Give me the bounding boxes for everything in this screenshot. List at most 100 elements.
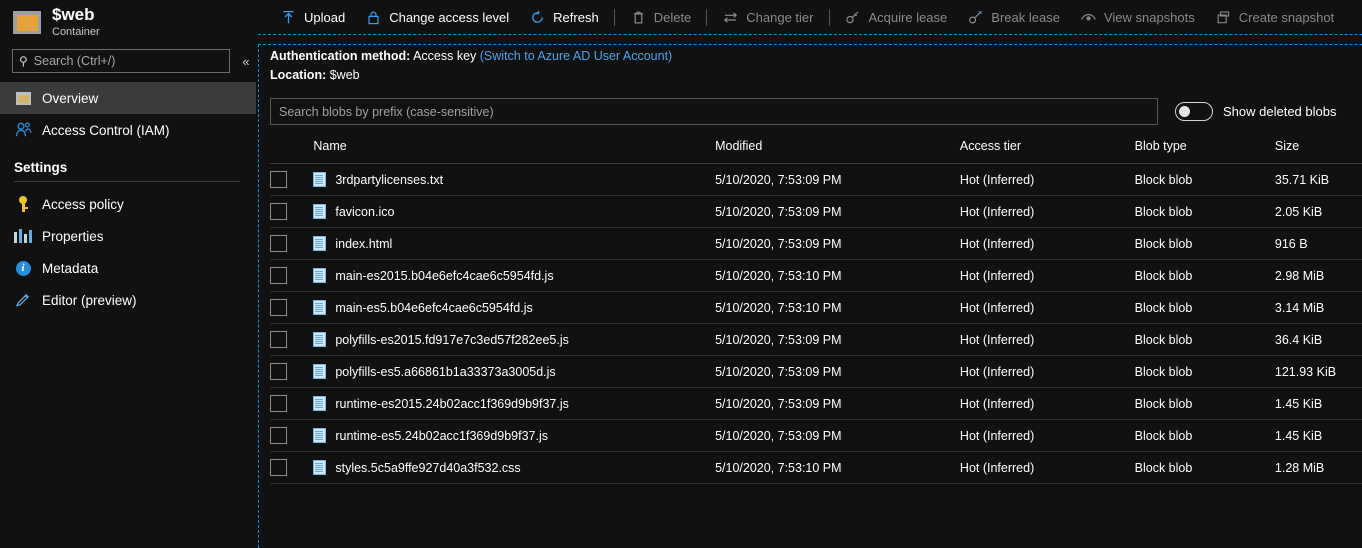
break-lease-button[interactable]: Break lease <box>957 2 1070 32</box>
row-name-cell: 3rdpartylicenses.txt <box>313 163 716 196</box>
blob-name[interactable]: polyfills-es2015.fd917e7c3ed57f282ee5.js <box>335 333 569 347</box>
row-access-tier: Hot (Inferred) <box>959 323 1135 356</box>
view-snapshots-button[interactable]: View snapshots <box>1070 2 1205 32</box>
column-header-blob-type[interactable]: Blob type <box>1134 139 1275 164</box>
row-checkbox[interactable] <box>270 331 287 348</box>
sidebar-item-properties[interactable]: Properties <box>0 220 256 252</box>
row-name-cell: runtime-es2015.24b02acc1f369d9b9f37.js <box>313 387 716 420</box>
acquire-lease-button[interactable]: Acquire lease <box>835 2 958 32</box>
row-checkbox[interactable] <box>270 171 287 188</box>
table-row[interactable]: styles.5c5a9ffe927d40a3f532.css 5/10/2020… <box>270 451 1362 484</box>
sidebar-item-metadata[interactable]: i Metadata <box>0 252 256 284</box>
row-access-tier: Hot (Inferred) <box>959 259 1135 292</box>
row-checkbox-cell <box>270 387 314 420</box>
row-checkbox[interactable] <box>270 203 287 220</box>
blob-name[interactable]: 3rdpartylicenses.txt <box>335 173 443 187</box>
sidebar-divider <box>14 181 240 182</box>
row-size: 916 B <box>1274 227 1362 260</box>
swap-arrows-icon <box>722 9 739 26</box>
row-name-cell: polyfills-es2015.fd917e7c3ed57f282ee5.js <box>313 323 716 356</box>
row-name-cell: runtime-es5.24b02acc1f369d9b9f37.js <box>313 419 716 452</box>
row-checkbox[interactable] <box>270 267 287 284</box>
resource-subtitle: Container <box>52 26 100 38</box>
table-row[interactable]: runtime-es5.24b02acc1f369d9b9f37.js 5/10/… <box>270 419 1362 452</box>
row-checkbox[interactable] <box>270 459 287 476</box>
pencil-icon <box>14 291 32 309</box>
row-modified: 5/10/2020, 7:53:10 PM <box>715 259 960 292</box>
blob-search-input[interactable]: Search blobs by prefix (case-sensitive) <box>270 98 1158 125</box>
delete-button[interactable]: Delete <box>620 2 702 32</box>
row-access-tier: Hot (Inferred) <box>959 451 1135 484</box>
blob-table: Name Modified Access tier Blob type Size… <box>270 139 1362 484</box>
collapse-icon[interactable]: « <box>238 54 254 69</box>
row-access-tier: Hot (Inferred) <box>959 355 1135 388</box>
sidebar-item-overview[interactable]: Overview <box>0 82 256 114</box>
change-access-level-button[interactable]: Change access level <box>355 2 519 32</box>
row-checkbox[interactable] <box>270 299 287 316</box>
change-tier-button[interactable]: Change tier <box>712 2 823 32</box>
table-row[interactable]: runtime-es2015.24b02acc1f369d9b9f37.js 5/… <box>270 387 1362 420</box>
toolbar-label: View snapshots <box>1103 9 1195 25</box>
break-lease-plug-icon <box>967 9 984 26</box>
row-blob-type: Block blob <box>1134 259 1275 292</box>
column-header-size[interactable]: Size <box>1274 139 1362 164</box>
sidebar-search-row: ⚲ Search (Ctrl+/) « <box>0 44 256 78</box>
row-checkbox[interactable] <box>270 395 287 412</box>
row-modified: 5/10/2020, 7:53:09 PM <box>715 163 960 196</box>
table-row[interactable]: index.html 5/10/2020, 7:53:09 PM Hot (Infe… <box>270 227 1362 260</box>
table-row[interactable]: 3rdpartylicenses.txt 5/10/2020, 7:53:09 P… <box>270 163 1362 196</box>
table-row[interactable]: main-es2015.b04e6efc4cae6c5954fd.js 5/10/… <box>270 259 1362 292</box>
blob-name[interactable]: runtime-es2015.24b02acc1f369d9b9f37.js <box>335 397 569 411</box>
search-input[interactable]: ⚲ Search (Ctrl+/) <box>12 49 230 73</box>
row-checkbox[interactable] <box>270 427 287 444</box>
blob-name[interactable]: main-es2015.b04e6efc4cae6c5954fd.js <box>335 269 553 283</box>
blob-name[interactable]: runtime-es5.24b02acc1f369d9b9f37.js <box>335 429 548 443</box>
row-name-cell: polyfills-es5.a66861b1a33373a3005d.js <box>313 355 716 388</box>
refresh-button[interactable]: Refresh <box>519 2 609 32</box>
eye-icon <box>1080 9 1097 26</box>
auth-method-line: Authentication method: Access key (Switc… <box>270 47 1362 66</box>
column-header-access-tier[interactable]: Access tier <box>959 139 1135 164</box>
table-row[interactable]: favicon.ico 5/10/2020, 7:53:09 PM Hot (Inf… <box>270 195 1362 228</box>
create-snapshot-button[interactable]: Create snapshot <box>1205 2 1344 32</box>
blob-name[interactable]: favicon.ico <box>335 205 394 219</box>
table-row[interactable]: polyfills-es5.a66861b1a33373a3005d.js 5/1… <box>270 355 1362 388</box>
toolbar-separator <box>613 8 615 26</box>
sidebar-item-editor[interactable]: Editor (preview) <box>0 284 256 316</box>
show-deleted-blobs-toggle[interactable] <box>1175 102 1213 121</box>
row-checkbox[interactable] <box>270 235 287 252</box>
sidebar-item-label: Metadata <box>42 260 99 276</box>
row-modified: 5/10/2020, 7:53:09 PM <box>715 419 960 452</box>
toolbar-separator <box>828 8 830 26</box>
row-size: 1.45 KiB <box>1274 419 1362 452</box>
switch-to-azure-ad-link[interactable]: (Switch to Azure AD User Account) <box>480 49 672 63</box>
column-header-name[interactable]: Name <box>313 139 716 164</box>
blob-name[interactable]: main-es5.b04e6efc4cae6c5954fd.js <box>335 301 532 315</box>
sidebar-item-access-policy[interactable]: Access policy <box>0 188 256 220</box>
main-content: Upload Change access level Refresh Delet… <box>256 0 1362 548</box>
upload-button[interactable]: Upload <box>270 2 355 32</box>
row-blob-type: Block blob <box>1134 419 1275 452</box>
sidebar: $web Container ⚲ Search (Ctrl+/) « Overv… <box>0 0 256 548</box>
table-row[interactable]: main-es5.b04e6efc4cae6c5954fd.js 5/10/202… <box>270 291 1362 324</box>
location-value: $web <box>329 68 360 82</box>
file-icon <box>313 428 327 443</box>
refresh-icon <box>529 9 546 26</box>
sidebar-item-access-control[interactable]: Access Control (IAM) <box>0 114 256 146</box>
column-header-modified[interactable]: Modified <box>715 139 960 164</box>
file-icon <box>313 268 327 283</box>
sidebar-nav: Overview Access Control (IAM) Settings A… <box>0 82 256 316</box>
blob-filter-row: Search blobs by prefix (case-sensitive) … <box>258 85 1362 125</box>
row-size: 2.05 KiB <box>1274 195 1362 228</box>
row-blob-type: Block blob <box>1134 227 1275 260</box>
lease-plug-icon <box>845 9 862 26</box>
row-access-tier: Hot (Inferred) <box>959 195 1135 228</box>
table-row[interactable]: polyfills-es2015.fd917e7c3ed57f282ee5.js… <box>270 323 1362 356</box>
row-name-cell: index.html <box>313 227 716 260</box>
row-name-cell: main-es5.b04e6efc4cae6c5954fd.js <box>313 291 716 324</box>
row-modified: 5/10/2020, 7:53:10 PM <box>715 451 960 484</box>
row-checkbox[interactable] <box>270 363 287 380</box>
blob-name[interactable]: polyfills-es5.a66861b1a33373a3005d.js <box>335 365 555 379</box>
blob-name[interactable]: styles.5c5a9ffe927d40a3f532.css <box>335 461 520 475</box>
blob-name[interactable]: index.html <box>335 237 392 251</box>
